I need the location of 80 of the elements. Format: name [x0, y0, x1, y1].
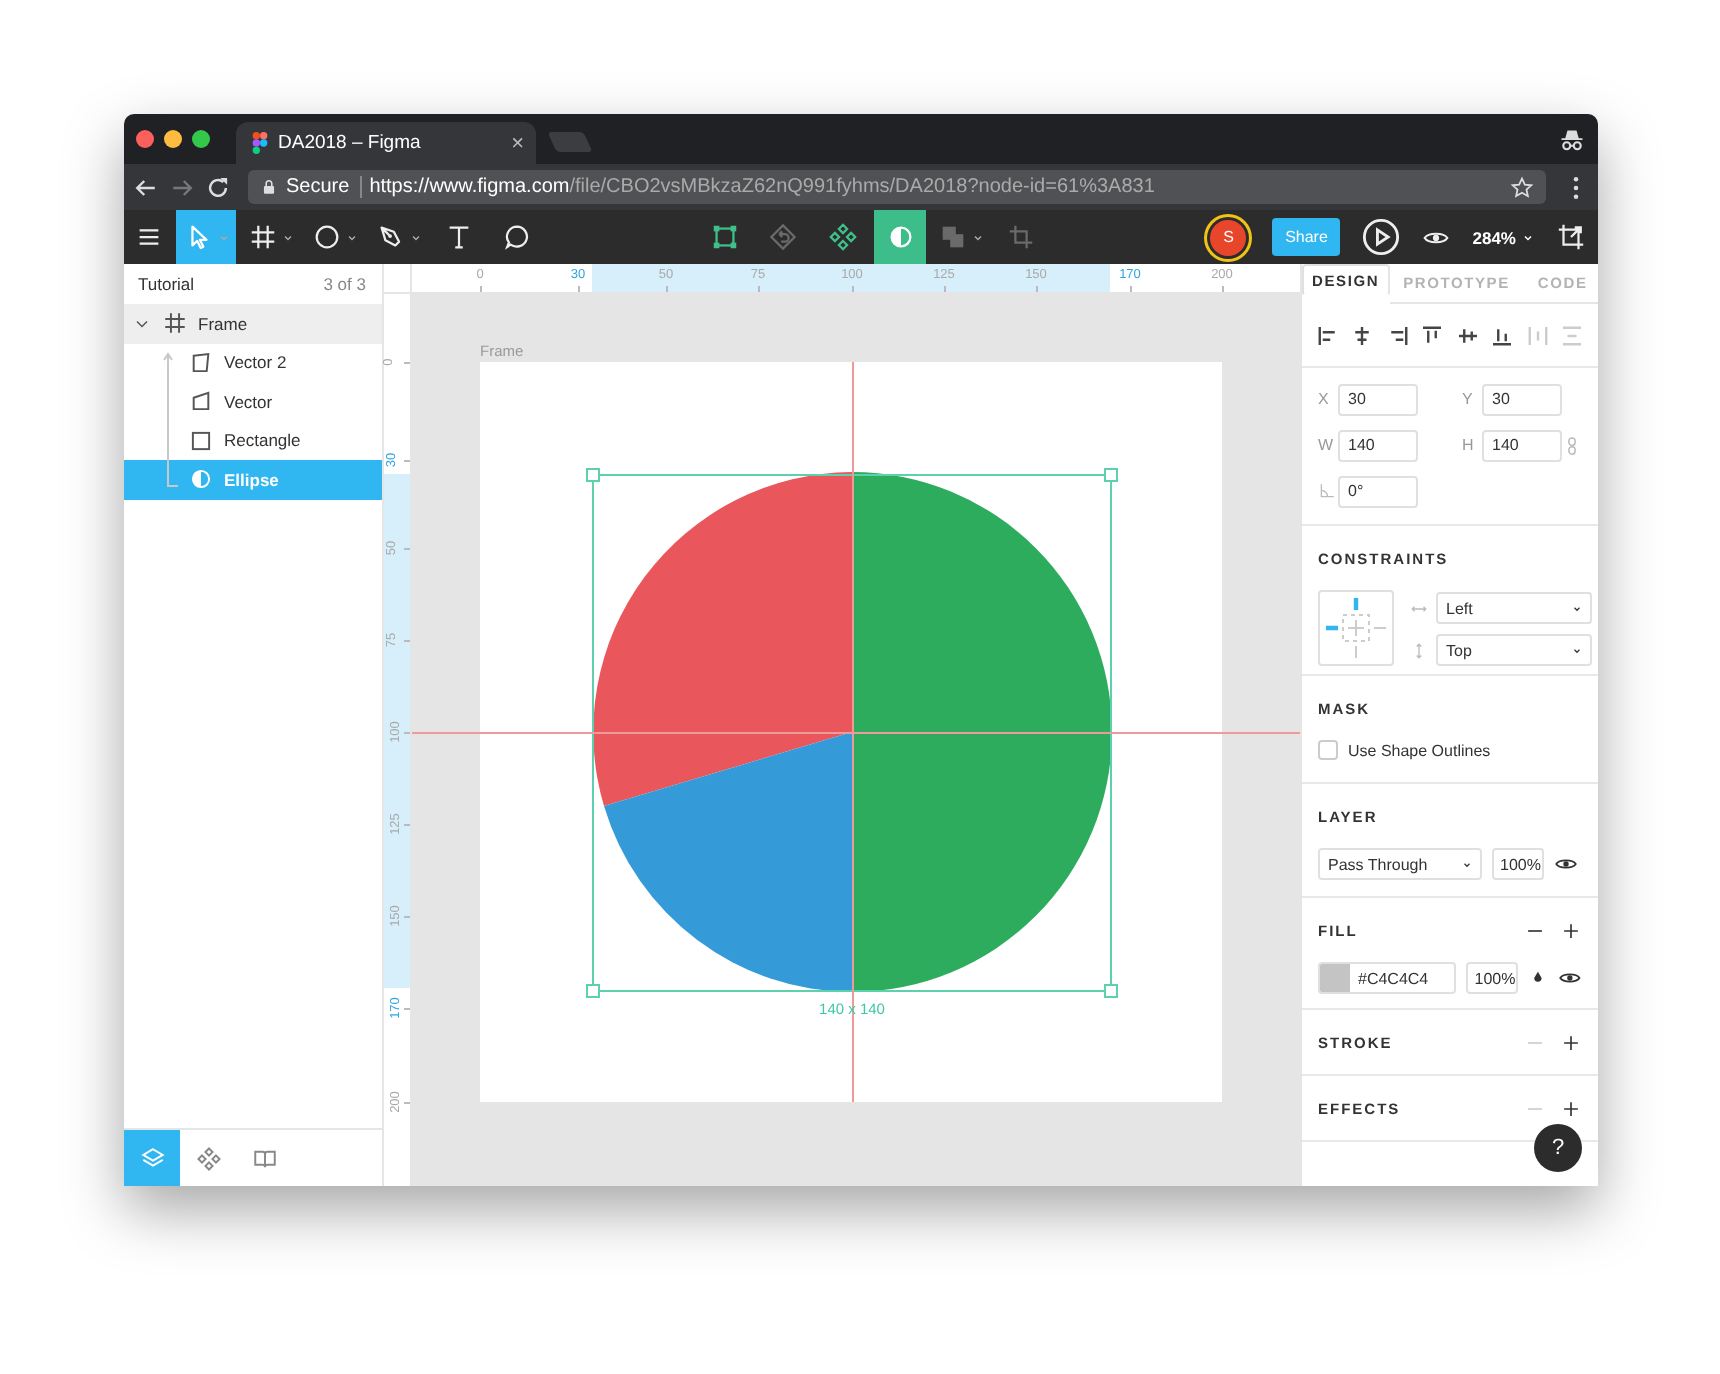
caret-icon: [1522, 231, 1534, 243]
secure-label: Secure: [286, 176, 362, 198]
minimize-window-button[interactable]: [164, 129, 182, 147]
angle-icon: [1318, 482, 1336, 500]
overlapping-squares-icon: [937, 222, 967, 252]
tab-close-button[interactable]: ×: [511, 131, 524, 155]
number-field[interactable]: 140: [1482, 429, 1562, 461]
color-swatch[interactable]: [1320, 964, 1350, 992]
number-field[interactable]: 140: [1338, 429, 1418, 461]
crop-icon: [1005, 222, 1035, 252]
pen-icon: [375, 222, 405, 252]
reload-icon[interactable]: [204, 173, 232, 201]
align-left-icon[interactable]: [1316, 323, 1340, 347]
caret-icon: [281, 231, 293, 243]
field-label: W: [1318, 436, 1336, 454]
circle-icon: [311, 222, 341, 252]
blend-mode-dropdown[interactable]: Pass Through: [1318, 848, 1482, 880]
caret-icon: [409, 231, 421, 243]
caret-icon: [1572, 645, 1582, 655]
tree-line: [162, 349, 178, 489]
layer-row[interactable]: Rectangle: [124, 421, 382, 460]
half-circle-icon: [188, 466, 214, 493]
play-icon[interactable]: [1362, 218, 1401, 256]
caret-icon: [971, 231, 983, 243]
help-button[interactable]: ?: [1534, 1124, 1582, 1172]
diamonds-icon: [195, 1145, 221, 1171]
align-top-icon[interactable]: [1420, 323, 1445, 347]
square-corners-icon: [709, 222, 739, 252]
checkbox-label: Use Shape Outlines: [1348, 741, 1491, 759]
field-label: Y: [1462, 390, 1475, 408]
caret-icon: [1462, 859, 1472, 869]
lock-icon: [260, 178, 278, 196]
undo-arrow-icon: [767, 222, 797, 252]
file-title: Tutorial: [138, 274, 195, 294]
align-middle-icon[interactable]: [1455, 323, 1480, 347]
field-label: X: [1318, 390, 1331, 408]
zoom-window-button[interactable]: [192, 129, 210, 147]
layer-row[interactable]: Frame: [124, 304, 382, 343]
close-window-button[interactable]: [136, 129, 154, 147]
layer-row[interactable]: Vector 2: [124, 343, 382, 382]
user-avatar[interactable]: S: [1210, 219, 1247, 255]
horizontal-constraint-dropdown[interactable]: Left: [1436, 592, 1592, 624]
caret-icon: [217, 231, 229, 243]
diamonds-icon: [827, 222, 857, 252]
logo-icon: [252, 132, 268, 154]
url-text: https://www.figma.com/file/CBO2vsMBkzaZ62nQ991fyhms/DA2018?node-id=61%3A831: [369, 176, 1155, 198]
zoom-dropdown[interactable]: 284%: [1472, 227, 1534, 247]
vector-icon: [188, 349, 214, 376]
speech-bubble-icon: [501, 222, 531, 252]
field-label: H: [1462, 436, 1476, 454]
stack-icon: [139, 1145, 165, 1171]
half-circle-icon: [885, 222, 915, 252]
vector-icon: [188, 388, 214, 415]
book-icon: [251, 1145, 277, 1171]
caret-icon: [345, 231, 357, 243]
plus-icon[interactable]: [1560, 1031, 1582, 1053]
rotation-field[interactable]: 0°: [1338, 475, 1418, 507]
tab-title: DA2018 – Figma: [278, 132, 423, 154]
opacity-field[interactable]: 100%: [1466, 962, 1519, 994]
incognito-icon: [1558, 125, 1586, 153]
rectangle-icon: [188, 427, 214, 454]
address-bar[interactable]: Secure https://www.figma.com/file/CBO2vsMBkzaZ62nQ991fyhms/DA2018?node-id=61%3A831: [248, 170, 1546, 204]
resize-icon[interactable]: [1556, 222, 1586, 252]
caret-icon: [1572, 603, 1582, 613]
frame-icon: [162, 310, 188, 337]
number-field[interactable]: 30: [1338, 383, 1418, 415]
align-center-icon[interactable]: [1350, 323, 1375, 347]
plus-icon[interactable]: [1560, 1097, 1582, 1119]
layer-row[interactable]: Vector: [124, 382, 382, 421]
star-icon[interactable]: [1510, 175, 1534, 199]
frame-icon: [247, 222, 277, 252]
vertical-constraint-dropdown[interactable]: Top: [1436, 634, 1592, 666]
checkbox[interactable]: [1318, 740, 1338, 760]
opacity-field[interactable]: 100%: [1492, 848, 1544, 880]
number-field[interactable]: 30: [1482, 383, 1562, 415]
page-count: 3 of 3: [323, 274, 366, 294]
align-right-icon[interactable]: [1385, 323, 1410, 347]
align-bottom-icon[interactable]: [1490, 323, 1515, 347]
plus-icon[interactable]: [1560, 919, 1582, 941]
browser-tab[interactable]: DA2018 – Figma ×: [236, 122, 536, 164]
